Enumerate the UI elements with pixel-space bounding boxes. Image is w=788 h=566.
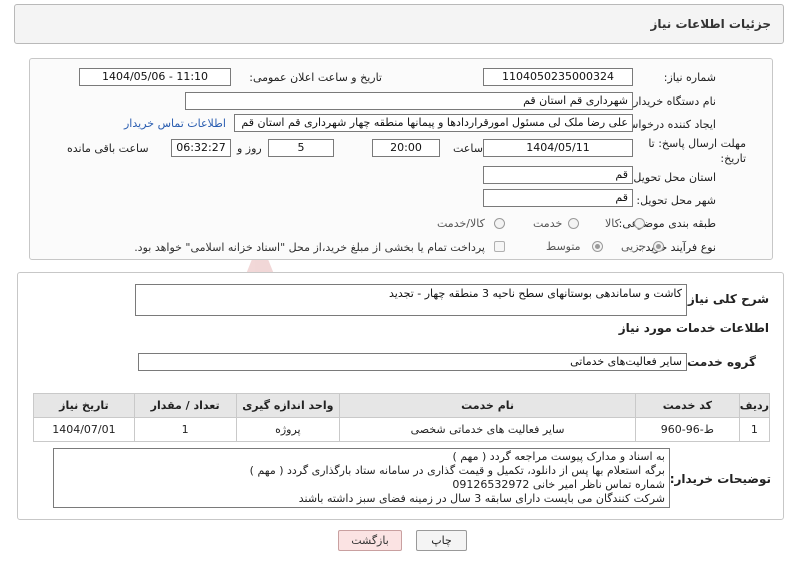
process-radio-minor[interactable] xyxy=(653,241,664,252)
service-group-label: گروه خدمت: xyxy=(682,355,756,369)
treasury-payment-note: پرداخت تمام یا بخشی از مبلغ خرید،از محل … xyxy=(134,241,485,254)
process-option-medium: متوسط xyxy=(546,240,581,253)
cell-quantity: 1 xyxy=(133,417,237,442)
column-header-row: ردیف xyxy=(738,393,771,418)
services-section-title: اطلاعات خدمات مورد نیاز xyxy=(618,321,769,335)
cell-service-code: ط-96-960 xyxy=(634,417,740,442)
deadline-label: مهلت ارسال پاسخ: تا xyxy=(648,137,746,150)
print-button[interactable]: چاپ xyxy=(416,530,467,551)
category-radio-goods[interactable] xyxy=(634,218,645,229)
province-label: استان محل تحویل: xyxy=(629,171,716,184)
buyer-note-line: برگه استعلام بها پس از دانلود، تکمیل و ق… xyxy=(249,464,665,477)
buyer-org-field[interactable]: شهرداری قم استان قم xyxy=(185,92,633,110)
buyer-note-line: شرکت کنندگان می بایست دارای سابقه 3 سال … xyxy=(298,492,665,505)
process-radio-medium[interactable] xyxy=(592,241,603,252)
back-button[interactable]: بازگشت xyxy=(338,530,402,551)
announce-datetime-field[interactable]: 1404/05/06 - 11:10 xyxy=(79,68,231,86)
buyer-note-line: شماره تماس ناظر امیر خانی 09126532972 xyxy=(452,478,665,491)
deadline-date-field[interactable]: 1404/05/11 xyxy=(483,139,633,157)
requester-field[interactable]: علی رضا ملک لی مسئول امورقراردادها و پیم… xyxy=(234,114,633,132)
category-option-goods: کالا xyxy=(605,217,620,230)
summary-label: شرح کلی نیاز: xyxy=(683,292,769,306)
need-number-field[interactable]: 1104050235000324 xyxy=(483,68,633,86)
treasury-payment-checkbox[interactable] xyxy=(494,241,505,252)
buyer-org-label: نام دستگاه خریدار: xyxy=(629,95,716,108)
column-header-need-date: تاریخ نیاز xyxy=(33,393,135,418)
buyer-contact-link[interactable]: اطلاعات تماس خریدار xyxy=(124,117,226,130)
process-option-minor: جزیی xyxy=(621,240,647,253)
cell-service-name: سایر فعالیت های خدماتی شخصی xyxy=(339,417,636,442)
cell-need-date: 1404/07/01 xyxy=(33,417,135,442)
deadline-time-field[interactable]: 20:00 xyxy=(372,139,440,157)
remaining-time-label: ساعت باقی مانده xyxy=(67,142,149,155)
summary-field[interactable]: کاشت و ساماندهی بوستانهای سطح ناحیه 3 من… xyxy=(135,284,687,316)
city-label: شهر محل تحویل: xyxy=(636,194,716,207)
page-header: جزئیات اطلاعات نیاز xyxy=(14,4,784,44)
column-header-unit: واحد اندازه گیری xyxy=(235,393,341,418)
buyer-notes-label: توضیحات خریدار: xyxy=(669,472,771,486)
column-header-service-name: نام خدمت xyxy=(339,393,636,418)
announce-datetime-label: تاریخ و ساعت اعلان عمومی: xyxy=(249,71,382,84)
category-option-goods-service: کالا/خدمت xyxy=(437,217,485,230)
category-option-service: خدمت xyxy=(533,217,563,230)
cell-row-number: 1 xyxy=(738,417,771,442)
service-group-field[interactable]: سایر فعالیت‌های خدماتی xyxy=(138,353,687,371)
process-type-label: نوع فرآیند خرید : xyxy=(638,241,716,254)
days-label: روز و xyxy=(237,142,262,155)
category-radio-goods-service[interactable] xyxy=(494,218,505,229)
days-remaining-field[interactable]: 5 xyxy=(268,139,334,157)
buyer-notes-field[interactable]: به اسناد و مدارک پیوست مراجعه گردد ( مهم… xyxy=(53,448,670,508)
column-header-service-code: کد خدمت xyxy=(634,393,740,418)
remaining-time-field[interactable]: 06:32:27 xyxy=(171,139,231,157)
cell-unit: پروژه xyxy=(235,417,341,442)
province-field[interactable]: قم xyxy=(483,166,633,184)
column-header-quantity: تعداد / مقدار xyxy=(133,393,237,418)
deadline-label-date: تاریخ: xyxy=(720,152,746,165)
need-number-label: شماره نیاز: xyxy=(663,71,716,84)
category-radio-service[interactable] xyxy=(568,218,579,229)
city-field[interactable]: قم xyxy=(483,189,633,207)
table-row: 1404/07/01 1 پروژه سایر فعالیت های خدمات… xyxy=(33,417,771,442)
services-table: تاریخ نیاز تعداد / مقدار واحد اندازه گیر… xyxy=(33,393,771,442)
page-title: جزئیات اطلاعات نیاز xyxy=(650,17,771,31)
deadline-time-label: ساعت xyxy=(453,142,483,155)
buyer-note-line: به اسناد و مدارک پیوست مراجعه گردد ( مهم… xyxy=(452,450,665,463)
